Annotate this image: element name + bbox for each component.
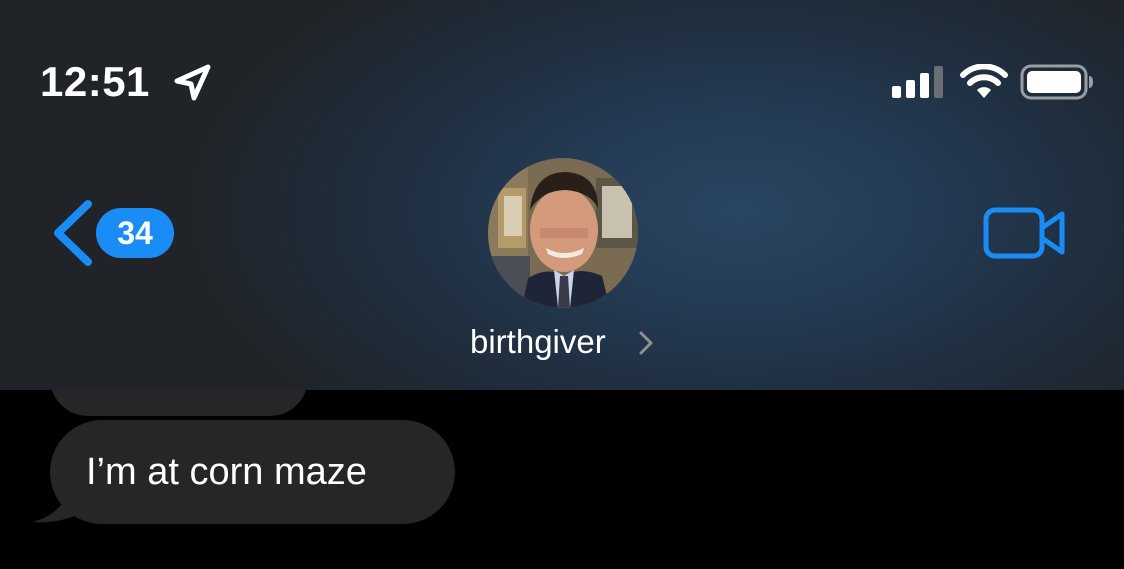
unread-count-badge: 34	[96, 208, 174, 258]
messages-screen: I’m at corn maze 12:51 34 birthgiver	[0, 0, 1124, 569]
contact-name-button[interactable]: birthgiver	[464, 318, 664, 366]
wifi-icon	[960, 64, 1008, 98]
chevron-right-icon	[639, 331, 653, 355]
video-camera-icon[interactable]	[982, 204, 1068, 262]
status-time: 12:51	[40, 58, 150, 105]
message-text: I’m at corn maze	[86, 451, 367, 493]
battery-icon	[1020, 64, 1093, 100]
cellular-signal-icon	[892, 66, 943, 98]
avatar-image	[488, 158, 638, 308]
conversation-header: 12:51 34 birthgiver	[0, 0, 1124, 390]
contact-name: birthgiver	[470, 323, 606, 360]
back-button[interactable]: 34	[46, 198, 186, 268]
contact-avatar[interactable]	[488, 158, 638, 308]
chevron-left-icon	[54, 200, 92, 266]
location-arrow-icon	[174, 64, 211, 101]
